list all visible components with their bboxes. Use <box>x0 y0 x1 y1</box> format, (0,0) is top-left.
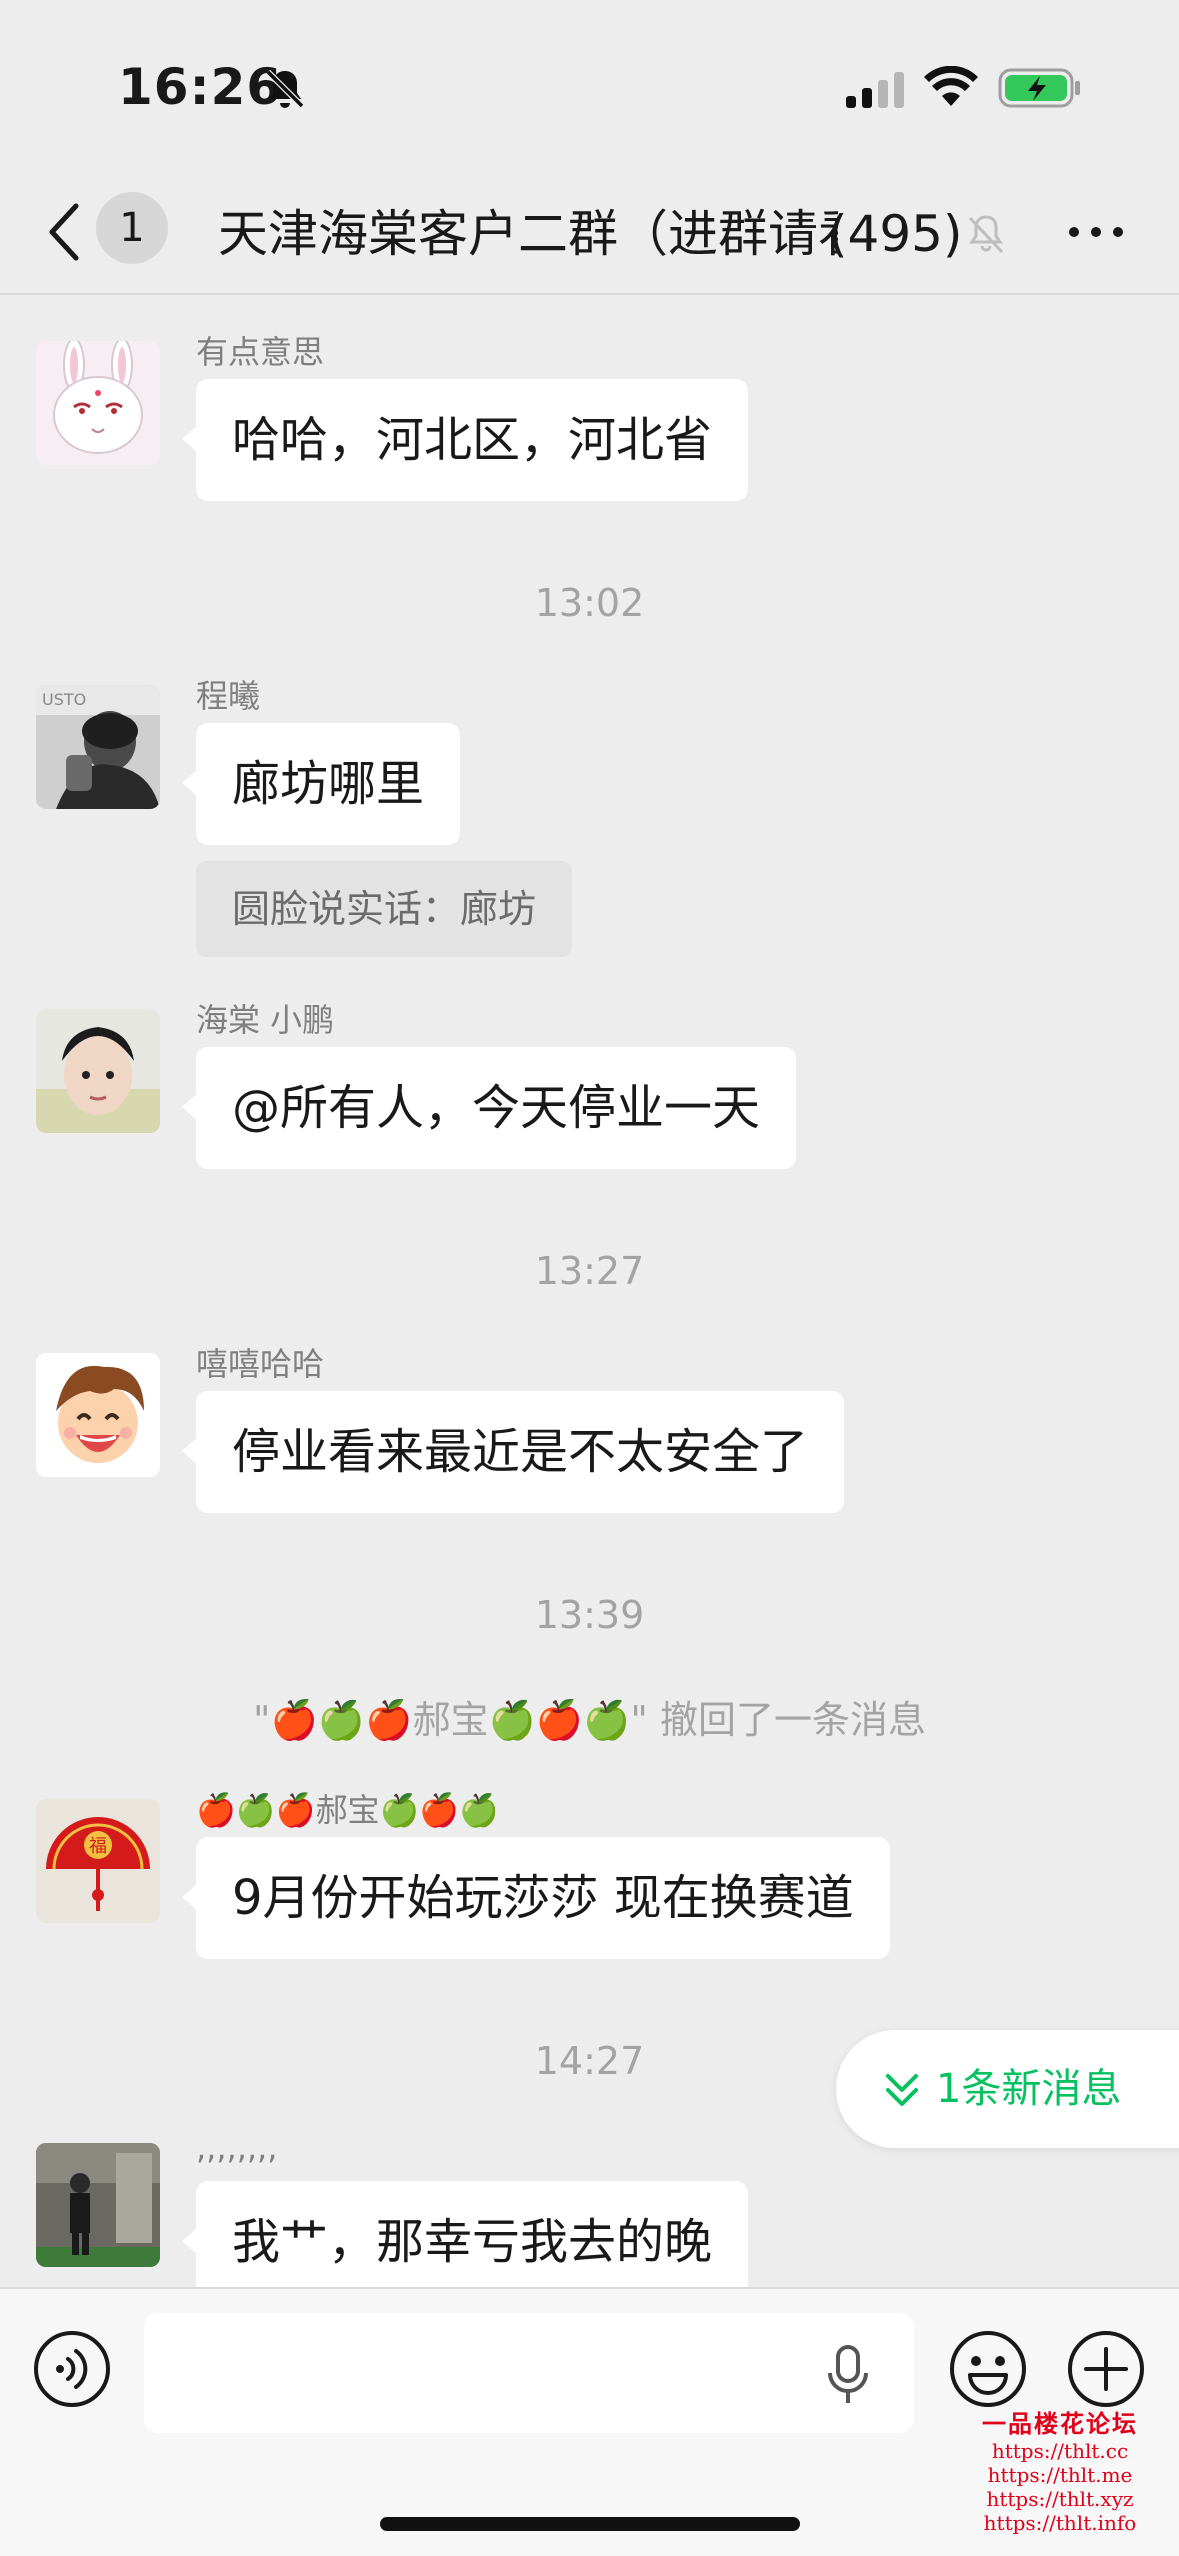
emoji-icon[interactable] <box>948 2329 1028 2409</box>
new-messages-label: 1条新消息 <box>936 2066 1122 2112</box>
battery-charging-icon <box>998 68 1080 108</box>
wifi-icon <box>924 66 978 106</box>
watermark-url: https://thlt.xyz <box>986 2487 1134 2511</box>
sender-name: 有点意思 <box>196 333 325 371</box>
avatar[interactable] <box>36 2143 160 2267</box>
sender-name: 程曦 <box>196 677 261 715</box>
unread-count-badge[interactable]: 1 <box>96 192 168 264</box>
status-bar: 16:26 <box>0 0 1179 170</box>
timestamp: 13:02 <box>534 581 645 625</box>
watermark: 一品楼花论坛 https://thlt.cc https://thlt.me h… <box>950 2404 1170 2535</box>
plus-icon[interactable] <box>1066 2329 1146 2409</box>
message-bubble[interactable]: 哈哈，河北区，河北省 <box>181 379 749 501</box>
message-bubble[interactable]: 我艹，那幸亏我去的晚 <box>181 2181 749 2287</box>
svg-text:USTO: USTO <box>42 690 86 709</box>
watermark-url: https://thlt.cc <box>991 2439 1129 2463</box>
chat-screen: 16:26 1 天津海棠客户二群（进群请看 (495) 有点意思 哈哈，河北区，… <box>0 0 1179 2556</box>
watermark-url: https://thlt.info <box>983 2511 1137 2535</box>
message-bubble[interactable]: 停业看来最近是不太安全了 <box>181 1391 845 1513</box>
avatar[interactable] <box>36 1009 160 1133</box>
recall-notice: "🍎🍏🍎郝宝🍏🍎🍏" 撤回了一条消息 <box>253 1698 926 1742</box>
signal-icon <box>846 72 904 108</box>
message-bubble[interactable]: @所有人，今天停业一天 <box>181 1047 797 1169</box>
message-list[interactable]: 有点意思 哈哈，河北区，河北省 13:02 USTO 程曦 廊坊哪里 圆脸说实话… <box>0 297 1179 2287</box>
timestamp: 13:39 <box>534 1593 645 1637</box>
more-icon[interactable] <box>1066 220 1126 244</box>
watermark-url: https://thlt.me <box>987 2463 1133 2487</box>
avatar[interactable]: 福 <box>36 1799 160 1923</box>
mute-icon <box>968 215 1004 254</box>
avatar[interactable]: USTO <box>36 685 160 809</box>
avatar[interactable] <box>36 1353 160 1477</box>
sender-name: 海棠 小鹏 <box>196 1001 335 1039</box>
bell-off-icon <box>265 69 305 109</box>
sender-name: 🍎🍏🍎郝宝🍏🍎🍏 <box>196 1791 500 1829</box>
double-chevron-down-icon <box>886 2074 918 2106</box>
svg-text:福: 福 <box>89 1836 107 1857</box>
new-messages-button[interactable]: 1条新消息 <box>836 2030 1179 2148</box>
member-count: (495) <box>828 205 963 263</box>
timestamp: 13:27 <box>534 1249 645 1293</box>
message-input[interactable] <box>144 2313 914 2433</box>
back-chevron-icon[interactable] <box>44 200 84 264</box>
watermark-title: 一品楼花论坛 <box>982 2409 1138 2438</box>
sender-name: 嘻嘻哈哈 <box>196 1345 325 1383</box>
sender-name: ,,,,,,,, <box>196 2129 278 2167</box>
message-bubble[interactable]: 9月份开始玩莎莎 现在换赛道 <box>182 1837 890 1959</box>
avatar[interactable] <box>36 341 160 465</box>
chat-header: 1 天津海棠客户二群（进群请看 (495) <box>0 170 1179 295</box>
home-indicator <box>380 2517 800 2531</box>
status-time: 16:26 <box>118 58 283 116</box>
quoted-message[interactable]: 圆脸说实话：廊坊 <box>196 861 573 957</box>
voice-icon[interactable] <box>32 2329 112 2409</box>
microphone-icon[interactable] <box>826 2345 870 2405</box>
chat-title: 天津海棠客户二群（进群请看 <box>218 205 838 263</box>
message-bubble[interactable]: 廊坊哪里 <box>181 723 461 845</box>
